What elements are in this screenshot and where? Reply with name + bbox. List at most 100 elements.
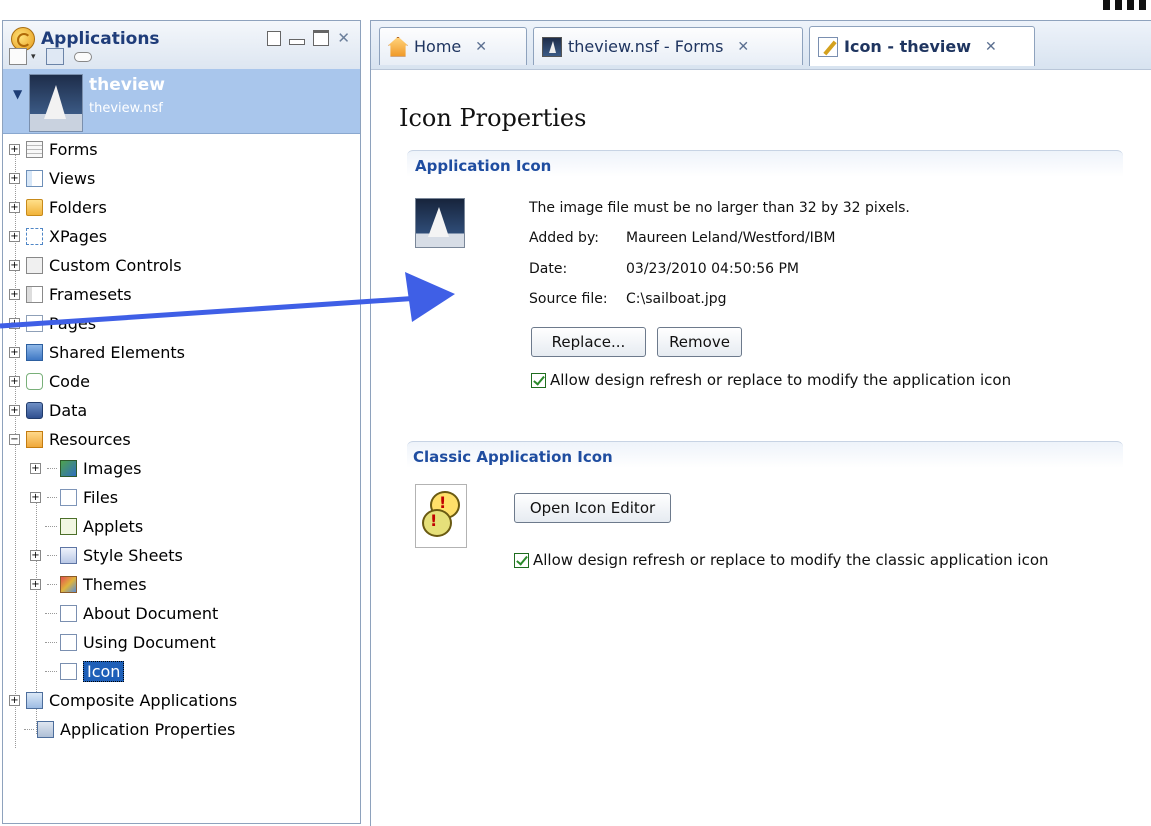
source-file-value: C:\sailboat.jpg (626, 291, 727, 307)
tree-label: Style Sheets (83, 545, 183, 565)
tree-item-using-document[interactable]: Using Document (45, 629, 216, 655)
expand-plus-icon[interactable]: + (9, 172, 20, 184)
expand-plus-icon[interactable]: + (30, 462, 41, 474)
expand-plus-icon[interactable]: + (9, 694, 20, 706)
frameset-icon (26, 285, 43, 303)
expand-plus-icon[interactable]: + (30, 491, 41, 503)
close-icon[interactable]: ✕ (475, 39, 487, 55)
tree-label-selected: Icon (83, 660, 125, 682)
size-note: The image file must be no larger than 32… (529, 200, 910, 216)
xpages-icon (26, 227, 43, 245)
tree-item-pages[interactable]: + Pages (9, 310, 96, 336)
classic-icon-preview: ! ! (415, 484, 467, 548)
expand-plus-icon[interactable]: + (9, 143, 20, 155)
collapse-minus-icon[interactable]: − (9, 433, 20, 445)
view-menu-icon[interactable] (267, 30, 282, 46)
tree-item-code[interactable]: + Code (9, 368, 90, 394)
tree-item-about-document[interactable]: About Document (45, 600, 218, 626)
expand-plus-icon[interactable]: + (30, 549, 41, 561)
tree-label: Application Properties (60, 719, 236, 739)
tree-item-style-sheets[interactable]: + Style Sheets (30, 542, 183, 568)
expand-plus-icon[interactable]: + (9, 404, 20, 416)
editor-tabbar: Home ✕ theview.nsf - Forms ✕ Icon - thev… (371, 21, 1151, 70)
tree-label: Composite Applications (49, 690, 238, 710)
new-design-element-icon[interactable] (9, 48, 27, 65)
icon-design-icon (60, 662, 77, 680)
maximize-icon[interactable] (313, 30, 330, 46)
about-document-icon (60, 604, 77, 622)
tree-item-icon-selected[interactable]: Icon (45, 658, 125, 684)
checkbox-checked[interactable] (514, 552, 529, 568)
remove-button[interactable]: Remove (657, 327, 742, 357)
expand-plus-icon[interactable]: + (9, 201, 20, 213)
expand-plus-icon[interactable]: + (9, 259, 20, 271)
replace-button[interactable]: Replace... (531, 327, 646, 357)
close-icon[interactable]: ✕ (737, 39, 749, 55)
tree-label: Resources (49, 429, 131, 449)
section-heading: Classic Application Icon (413, 448, 613, 466)
tree-item-shared-elements[interactable]: + Shared Elements (9, 339, 185, 365)
expand-plus-icon[interactable]: + (9, 375, 20, 387)
tree-item-custom-controls[interactable]: + Custom Controls (9, 252, 182, 278)
database-row-theview[interactable]: ▼ theview theview.nsf (3, 69, 360, 134)
allow-refresh-app-icon[interactable]: Allow design refresh or replace to modif… (531, 371, 1011, 389)
expand-plus-icon[interactable]: + (30, 578, 41, 590)
open-icon-editor-button[interactable]: Open Icon Editor (514, 493, 671, 523)
tree-item-folders[interactable]: + Folders (9, 194, 107, 220)
database-file: theview.nsf (89, 101, 163, 116)
added-by-label: Added by: (529, 230, 599, 246)
edit-icon (818, 36, 838, 57)
tab-icon-theview[interactable]: Icon - theview ✕ (809, 26, 1035, 66)
date-value: 03/23/2010 04:50:56 PM (626, 261, 799, 277)
expand-plus-icon[interactable]: + (9, 230, 20, 242)
using-document-icon (60, 633, 77, 651)
tab-home[interactable]: Home ✕ (379, 27, 527, 65)
tab-label: theview.nsf - Forms (568, 37, 724, 56)
application-icon-section-header: Application Icon (407, 150, 1123, 177)
form-icon (26, 140, 43, 158)
expand-plus-icon[interactable]: + (9, 317, 20, 329)
tree-item-images[interactable]: + Images (30, 455, 141, 481)
checkbox-label: Allow design refresh or replace to modif… (533, 551, 1049, 569)
tree-label: Files (83, 487, 119, 507)
tree-view-toggle-icon[interactable] (45, 48, 64, 65)
expand-plus-icon[interactable]: + (9, 288, 20, 300)
date-label: Date: (529, 261, 568, 277)
resources-icon (26, 430, 43, 448)
checkbox-checked[interactable] (531, 372, 546, 388)
page-icon (26, 314, 43, 332)
expand-triangle-icon[interactable]: ▼ (13, 87, 22, 101)
applets-icon (60, 517, 77, 535)
tree-item-composite-applications[interactable]: + Composite Applications (9, 687, 237, 713)
tree-item-xpages[interactable]: + XPages (9, 223, 107, 249)
tree-label: Applets (83, 516, 144, 536)
tree-label: Images (83, 458, 142, 478)
tree-item-data[interactable]: + Data (9, 397, 87, 423)
tree-label: Folders (49, 197, 107, 217)
tree-item-application-properties[interactable]: Application Properties (24, 716, 235, 742)
allow-refresh-classic-icon[interactable]: Allow design refresh or replace to modif… (514, 551, 1049, 569)
home-icon (388, 36, 408, 57)
custom-controls-icon (26, 256, 43, 274)
tab-label: Icon - theview (844, 37, 972, 56)
tab-forms[interactable]: theview.nsf - Forms ✕ (533, 27, 803, 65)
tree-item-views[interactable]: + Views (9, 165, 95, 191)
corner-logo-fragment (1081, 0, 1151, 12)
applications-panel-header: Applications ✕ ▾ (3, 21, 360, 70)
tree-label: Themes (83, 574, 147, 594)
tree-item-files[interactable]: + Files (30, 484, 118, 510)
tree-item-resources[interactable]: − Resources (9, 426, 131, 452)
minimize-icon[interactable] (289, 38, 306, 45)
tree-item-applets[interactable]: Applets (45, 513, 143, 539)
expand-plus-icon[interactable]: + (9, 346, 20, 358)
editor-panel: Home ✕ theview.nsf - Forms ✕ Icon - thev… (370, 20, 1151, 826)
chevron-down-icon[interactable]: ▾ (31, 52, 36, 62)
panel-toolbar: ▾ (9, 48, 92, 65)
collapse-all-icon[interactable] (73, 51, 92, 62)
tree-item-themes[interactable]: + Themes (30, 571, 147, 597)
tree-item-framesets[interactable]: + Framesets (9, 281, 132, 307)
database-title: theview (89, 75, 165, 95)
close-icon[interactable]: ✕ (337, 29, 350, 47)
tree-item-forms[interactable]: + Forms (9, 136, 98, 162)
close-icon[interactable]: ✕ (985, 39, 997, 55)
